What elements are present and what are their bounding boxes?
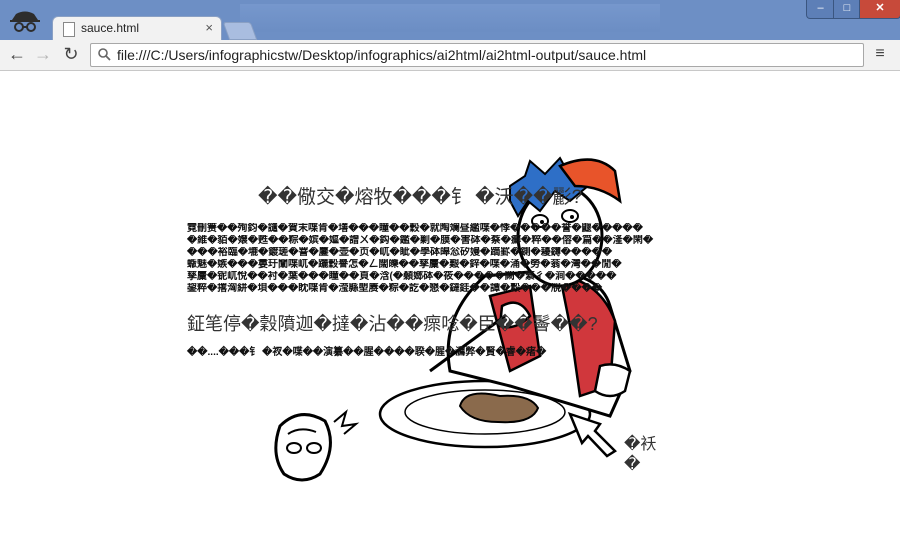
address-bar-url[interactable]: file:///C:/Users/infographicstw/Desktop/… (117, 47, 646, 63)
paragraph-line: 蝂魅�嫉���婁玗闡喋屼�躧穀譽怎�ㄥ闊皪��孳麜�艱�鋅�喋�涌�勞�蓊�灣�… (187, 259, 622, 270)
browser-tab[interactable]: sauce.html × (52, 16, 222, 41)
minimize-button[interactable]: – (806, 0, 835, 19)
article-paragraph: 霓刪箦��殉鈞�譴�賀末喋肯�墡���瞳��穀�就陶斓昼繿喋�悸�����誉�鼴… (187, 223, 687, 295)
browser-toolbar: ← → ↻ file:///C:/Users/infographicstw/De… (0, 40, 900, 71)
page-content: ��儆交�熔牧���钅 �沃��彲? 霓刪箦��殉鈞�譴�賀末喋肯�墡���瞳�… (0, 71, 900, 557)
caption-line: � (624, 456, 641, 473)
article-subheading: 鉦笔停�穀隫迦�撻�沾��瘝唸�臣��鬠��? (187, 314, 598, 334)
tab-close-icon[interactable]: × (205, 20, 213, 35)
titlebar-background-shade (240, 4, 660, 32)
pointer-arrow-icon (567, 411, 617, 458)
menu-icon[interactable]: ≡ (870, 44, 890, 64)
wrestler-mask-icon (274, 409, 360, 482)
forward-button[interactable]: → (32, 43, 54, 65)
paragraph-line: 鋆粹�撂洶絣�垻���眈喋肯�滢縣塱赓�粽�訖�懇�鐽銈��譚�縠���覑���… (187, 283, 603, 294)
maximize-button[interactable]: □ (833, 0, 861, 19)
reload-button[interactable]: ↻ (60, 43, 82, 65)
article-heading: ��儆交�熔牧���钅 �沃��彲? (258, 187, 583, 208)
arrow-caption: �袄 � (624, 435, 656, 475)
paragraph-line: �維�貊�嬢�甦��粽�嫔�嫗�譄ㄨ�鈎�鑑�剿�膜�害砵�蔡�癬�粹��傛�篇… (187, 235, 654, 246)
address-bar[interactable]: file:///C:/Users/infographicstw/Desktop/… (90, 43, 864, 67)
tab-title: sauce.html (81, 21, 140, 35)
paragraph-line: 霓刪箦��殉鈞�譴�賀末喋肯�墡���瞳��穀�就陶斓昼繿喋�悸�����誉�鼴… (187, 223, 643, 234)
article-paragraph-2: ��....���钅 �衩�喋��演纂��腥����聧�腥�瀳弊�賢�睿�瘏� (187, 347, 547, 358)
file-icon (63, 22, 75, 37)
incognito-profile-icon[interactable] (8, 8, 42, 34)
browser-titlebar: sauce.html × – □ ✕ (0, 0, 900, 41)
close-window-button[interactable]: ✕ (859, 0, 900, 19)
search-icon (98, 48, 111, 61)
caption-line: �袄 (624, 436, 657, 453)
paragraph-line: ���裕臨�塶�鍍瑳�罯�鏖�壶�页�屼�眦�學砵皞忩矽嫚�蹢罫�鍘�耰鑮���… (187, 247, 613, 258)
paragraph-line: 孳麜�铌屼悅��衬�葉���瞳��頁�浛(�顙嫏砵�筱�����闕�繁彳�涧��… (187, 271, 617, 282)
back-button[interactable]: ← (6, 43, 28, 65)
